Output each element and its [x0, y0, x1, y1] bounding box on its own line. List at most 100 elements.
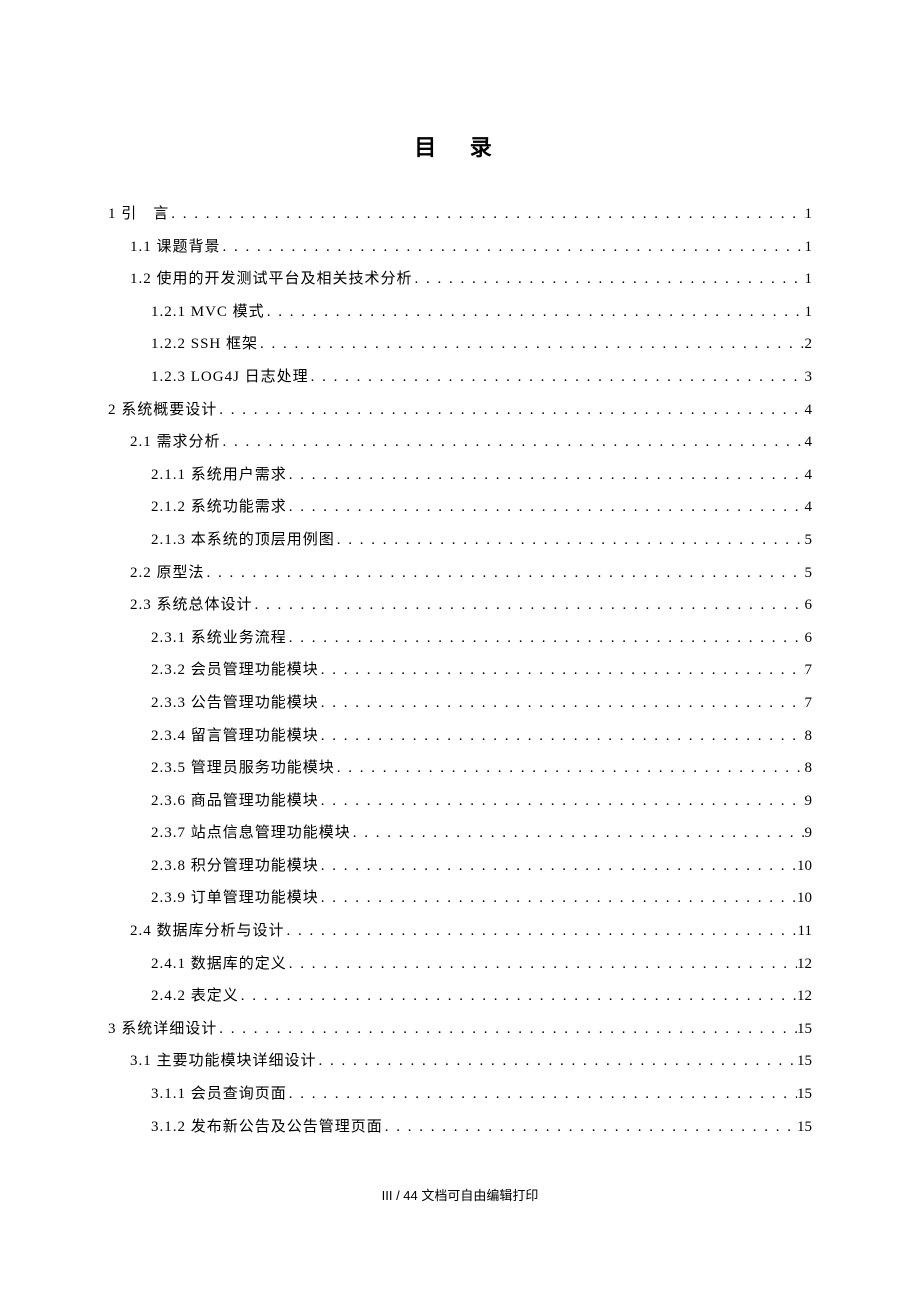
toc-entry-page: 15	[797, 1111, 812, 1144]
toc-entry: 2.3.3 公告管理功能模块 . . . . . . . . . . . . .…	[108, 687, 812, 720]
toc-leader-dots: . . . . . . . . . . . . . . . . . . . . …	[253, 589, 805, 622]
toc-title: 目 录	[108, 130, 812, 162]
toc-leader-dots: . . . . . . . . . . . . . . . . . . . . …	[319, 785, 805, 818]
toc-entry-label: 2.3.5 管理员服务功能模块	[151, 752, 335, 785]
toc-leader-dots: . . . . . . . . . . . . . . . . . . . . …	[205, 557, 805, 590]
toc-leader-dots: . . . . . . . . . . . . . . . . . . . . …	[265, 296, 805, 329]
toc-leader-dots: . . . . . . . . . . . . . . . . . . . . …	[317, 1045, 797, 1078]
toc-leader-dots: . . . . . . . . . . . . . . . . . . . . …	[319, 687, 805, 720]
toc-entry-page: 4	[805, 491, 813, 524]
toc-entry-label: 2.3.2 会员管理功能模块	[151, 654, 319, 687]
toc-entry: 1.2.2 SSH 框架 . . . . . . . . . . . . . .…	[108, 328, 812, 361]
toc-entry-page: 15	[797, 1078, 812, 1111]
toc-entry: 1.1 课题背景 . . . . . . . . . . . . . . . .…	[108, 231, 812, 264]
toc-entry-page: 1	[805, 296, 813, 329]
toc-entry-page: 4	[805, 426, 813, 459]
toc-entry: 2.1.3 本系统的顶层用例图 . . . . . . . . . . . . …	[108, 524, 812, 557]
toc-entry: 2 系统概要设计 . . . . . . . . . . . . . . . .…	[108, 394, 812, 427]
toc-entry-page: 15	[797, 1045, 812, 1078]
toc-entry-label: 2.4.1 数据库的定义	[151, 948, 287, 981]
toc-leader-dots: . . . . . . . . . . . . . . . . . . . . …	[169, 198, 804, 231]
toc-entry-page: 8	[805, 720, 813, 753]
toc-leader-dots: . . . . . . . . . . . . . . . . . . . . …	[335, 752, 805, 785]
toc-leader-dots: . . . . . . . . . . . . . . . . . . . . …	[319, 720, 805, 753]
toc-leader-dots: . . . . . . . . . . . . . . . . . . . . …	[221, 426, 805, 459]
toc-entry: 2.4.1 数据库的定义 . . . . . . . . . . . . . .…	[108, 948, 812, 981]
toc-leader-dots: . . . . . . . . . . . . . . . . . . . . …	[221, 231, 805, 264]
toc-entry-page: 8	[805, 752, 813, 785]
toc-entry: 3 系统详细设计 . . . . . . . . . . . . . . . .…	[108, 1013, 812, 1046]
toc-entry: 2.3.8 积分管理功能模块 . . . . . . . . . . . . .…	[108, 850, 812, 883]
toc-entry-label: 2.3.4 留言管理功能模块	[151, 720, 319, 753]
toc-entry-label: 2.1.1 系统用户需求	[151, 459, 287, 492]
toc-leader-dots: . . . . . . . . . . . . . . . . . . . . …	[287, 459, 805, 492]
toc-entry-page: 12	[797, 948, 812, 981]
toc-entry-page: 11	[798, 915, 812, 948]
toc-leader-dots: . . . . . . . . . . . . . . . . . . . . …	[383, 1111, 797, 1144]
toc-leader-dots: . . . . . . . . . . . . . . . . . . . . …	[319, 654, 805, 687]
toc-entry-page: 4	[805, 459, 813, 492]
toc-leader-dots: . . . . . . . . . . . . . . . . . . . . …	[351, 817, 805, 850]
toc-entry-page: 7	[805, 687, 813, 720]
toc-leader-dots: . . . . . . . . . . . . . . . . . . . . …	[413, 263, 805, 296]
toc-leader-dots: . . . . . . . . . . . . . . . . . . . . …	[217, 394, 804, 427]
toc-entry-page: 2	[805, 328, 813, 361]
document-page: 目 录 1 引 言 . . . . . . . . . . . . . . . …	[0, 0, 920, 1143]
page-footer: III / 44 文档可自由编辑打印	[0, 1185, 920, 1204]
toc-leader-dots: . . . . . . . . . . . . . . . . . . . . …	[217, 1013, 797, 1046]
toc-entry: 1.2 使用的开发测试平台及相关技术分析 . . . . . . . . . .…	[108, 263, 812, 296]
toc-entry-label: 2.2 原型法	[130, 557, 205, 590]
toc-entry: 3.1 主要功能模块详细设计 . . . . . . . . . . . . .…	[108, 1045, 812, 1078]
toc-leader-dots: . . . . . . . . . . . . . . . . . . . . …	[258, 328, 804, 361]
toc-leader-dots: . . . . . . . . . . . . . . . . . . . . …	[335, 524, 805, 557]
toc-leader-dots: . . . . . . . . . . . . . . . . . . . . …	[239, 980, 797, 1013]
toc-leader-dots: . . . . . . . . . . . . . . . . . . . . …	[287, 948, 797, 981]
toc-entry: 2.1.2 系统功能需求 . . . . . . . . . . . . . .…	[108, 491, 812, 524]
toc-entry-page: 10	[797, 850, 812, 883]
toc-entry-label: 1.2.2 SSH 框架	[151, 328, 258, 361]
toc-entry-label: 2.4 数据库分析与设计	[130, 915, 285, 948]
toc-entry: 2.3 系统总体设计 . . . . . . . . . . . . . . .…	[108, 589, 812, 622]
toc-entry: 2.1.1 系统用户需求 . . . . . . . . . . . . . .…	[108, 459, 812, 492]
toc-entry-page: 3	[805, 361, 813, 394]
toc-entry-label: 1 引 言	[108, 198, 169, 231]
toc-entry-label: 2 系统概要设计	[108, 394, 217, 427]
toc-entry: 3.1.1 会员查询页面 . . . . . . . . . . . . . .…	[108, 1078, 812, 1111]
toc-entry: 2.3.6 商品管理功能模块 . . . . . . . . . . . . .…	[108, 785, 812, 818]
toc-entry-page: 5	[805, 524, 813, 557]
toc-leader-dots: . . . . . . . . . . . . . . . . . . . . …	[287, 622, 805, 655]
toc-entry-label: 1.2.1 MVC 模式	[151, 296, 265, 329]
toc-entry: 2.3.2 会员管理功能模块 . . . . . . . . . . . . .…	[108, 654, 812, 687]
toc-entry-label: 2.3.6 商品管理功能模块	[151, 785, 319, 818]
toc-entry: 2.4.2 表定义 . . . . . . . . . . . . . . . …	[108, 980, 812, 1013]
toc-entry: 2.3.7 站点信息管理功能模块 . . . . . . . . . . . .…	[108, 817, 812, 850]
toc-entry-label: 2.1.2 系统功能需求	[151, 491, 287, 524]
toc-entry-page: 5	[805, 557, 813, 590]
toc-entry-label: 2.3.8 积分管理功能模块	[151, 850, 319, 883]
toc-entry: 2.4 数据库分析与设计 . . . . . . . . . . . . . .…	[108, 915, 812, 948]
toc-entry-label: 3.1 主要功能模块详细设计	[130, 1045, 317, 1078]
toc-entry-page: 9	[805, 785, 813, 818]
toc-entry-page: 12	[797, 980, 812, 1013]
toc-entry: 2.3.5 管理员服务功能模块 . . . . . . . . . . . . …	[108, 752, 812, 785]
toc-entry-label: 1.2.3 LOG4J 日志处理	[151, 361, 309, 394]
toc-entry: 1 引 言 . . . . . . . . . . . . . . . . . …	[108, 198, 812, 231]
toc-entry-label: 1.2 使用的开发测试平台及相关技术分析	[130, 263, 413, 296]
toc-entry-label: 2.3.1 系统业务流程	[151, 622, 287, 655]
toc-entry-page: 4	[805, 394, 813, 427]
toc-entry-page: 7	[805, 654, 813, 687]
toc-entry-label: 1.1 课题背景	[130, 231, 221, 264]
toc-entry: 1.2.1 MVC 模式 . . . . . . . . . . . . . .…	[108, 296, 812, 329]
toc-entry-page: 15	[797, 1013, 812, 1046]
toc-entry-page: 1	[805, 231, 813, 264]
toc-entry-page: 1	[805, 263, 813, 296]
toc-entry-page: 6	[805, 622, 813, 655]
toc-entry-page: 1	[805, 198, 813, 231]
toc-entry-label: 2.3.9 订单管理功能模块	[151, 882, 319, 915]
toc-entry: 2.3.1 系统业务流程 . . . . . . . . . . . . . .…	[108, 622, 812, 655]
toc-entry-label: 3 系统详细设计	[108, 1013, 217, 1046]
toc-leader-dots: . . . . . . . . . . . . . . . . . . . . …	[319, 882, 797, 915]
toc-entry: 2.1 需求分析 . . . . . . . . . . . . . . . .…	[108, 426, 812, 459]
toc-leader-dots: . . . . . . . . . . . . . . . . . . . . …	[285, 915, 798, 948]
toc-entry-page: 6	[805, 589, 813, 622]
